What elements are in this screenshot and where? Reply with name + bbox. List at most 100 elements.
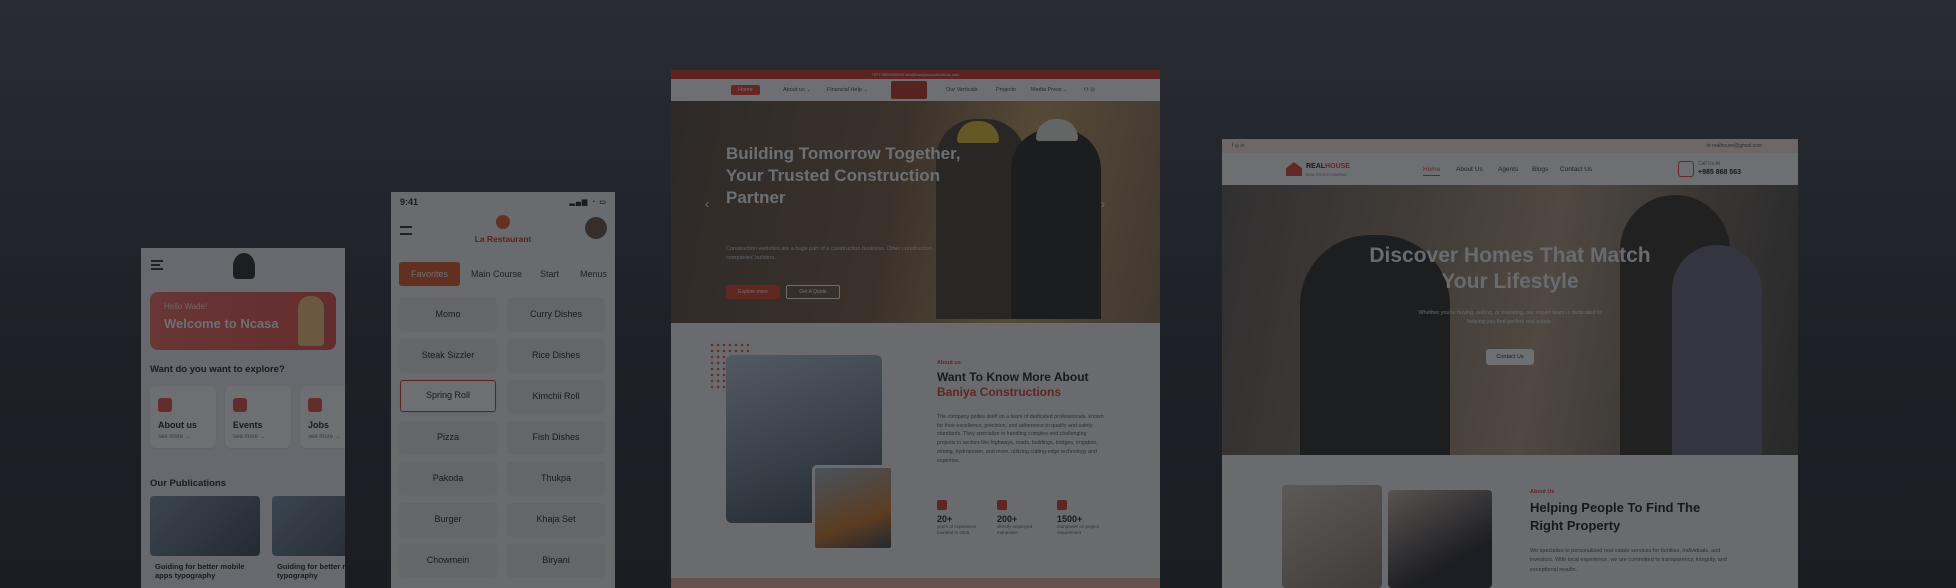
chevron-right-icon[interactable]: › [1101,197,1105,211]
about-icon [158,398,172,412]
tab-menus[interactable]: Menus [580,262,607,286]
restaurant-app-mockup: 9:41 ▂▄▆ ◔ ▭ La Restaurant Favorites Mai… [391,192,615,588]
main-nav: Home About us ⌄ Financial Help ⌄ Our Ver… [671,79,1160,101]
menu-item-spring-roll[interactable]: Spring Roll [400,380,496,412]
category-tabs: Favorites Main Course Start Menus [399,262,615,286]
nav-verticals[interactable]: Our Verticals [946,87,977,93]
phone-icon [1678,161,1694,177]
menu-item-burger[interactable]: Burger [400,503,496,535]
get-quote-button[interactable]: Get A Quote [786,285,840,299]
hero-slider: Building Tomorrow Together, Your Trusted… [671,101,1160,323]
tile-events[interactable]: Events see more → [225,386,291,448]
menu-item-biryani[interactable]: Biryani [508,544,604,576]
stat-value: 20+ [937,514,953,524]
nav-about-us[interactable]: About Us [1456,166,1483,173]
stat-manpower: 1500+ manpower on project requirement [1057,500,1113,537]
nav-agents[interactable]: Agents [1498,166,1518,173]
menu-icon[interactable] [151,260,163,270]
publication-card[interactable]: Guiding for better mobile apps typograph… [150,496,260,588]
about-title: Helping People To Find The Right Propert… [1530,500,1701,533]
contact-us-button[interactable]: Contact Us [1486,349,1534,365]
menu-item-chowmein[interactable]: Chowmein [400,544,496,576]
nav-home[interactable]: Home [731,85,760,95]
ncasa-logo [233,253,255,279]
tab-favorites[interactable]: Favorites [399,262,461,286]
see-more-link[interactable]: see more → [233,434,266,440]
calendar-icon [233,398,247,412]
house-logo-icon [1286,162,1302,176]
contact-number[interactable]: +985 868 563 [1698,169,1741,176]
status-icons: ▂▄▆ ◔ ▭ [569,199,607,206]
menu-item-momo[interactable]: Momo [400,298,496,330]
publication-card[interactable]: Guiding for better m apps typography [272,496,345,588]
menu-item-steak-sizzler[interactable]: Steak Sizzler [400,339,496,371]
about-body: The company prides itself on a team of d… [937,414,1104,464]
about-photo-keys [1282,485,1382,588]
brand-name[interactable]: REALHOUSE [1306,163,1350,170]
tab-main-course[interactable]: Main Course [471,262,522,286]
menu-item-thukpa[interactable]: Thukpa [508,462,604,494]
tile-about-us[interactable]: About us see more → [150,386,216,448]
engineer-figure [1011,129,1101,319]
stat-value: 200+ [997,514,1018,524]
character-illustration [298,296,324,346]
email-contact[interactable]: ✉ realhouse@gmail.com [1707,143,1762,149]
avatar[interactable] [585,217,607,239]
see-more-link[interactable]: see more → [158,434,191,440]
nav-home[interactable]: Home [1423,166,1441,176]
stat-value: 1500+ [1057,514,1083,524]
publication-title: Guiding for better mobile apps typograph… [155,562,245,580]
footer-strip [671,578,1160,588]
nav-contact-us[interactable]: Contact Us [1560,166,1592,173]
brand-tagline: REAL ESTATE COMPANY [1306,173,1348,177]
nav-financial-help[interactable]: Financial Help ⌄ [827,87,868,93]
contact-topbar: +977 9800000000 info@baniyaconstructions… [671,70,1160,79]
nav-media-press[interactable]: Media Press ⌄ [1031,87,1068,93]
ncasa-header [141,248,345,282]
realhouse-website-mockup: f ◎ in ✉ realhouse@gmail.com REALHOUSE R… [1222,139,1798,588]
explore-more-button[interactable]: Explore more [726,285,780,299]
menu-icon[interactable] [400,226,412,235]
restaurant-brand: La Restaurant [474,234,532,244]
briefcase-icon [308,398,322,412]
brand-name-accent: HOUSE [1325,163,1350,170]
contact-label: Call Us At [1698,161,1720,167]
worker-icon [997,500,1007,510]
brand-name-part: REAL [1306,163,1326,170]
status-time: 9:41 [400,197,419,207]
menu-item-rice-dishes[interactable]: Rice Dishes [508,339,604,371]
chevron-left-icon[interactable]: ‹ [705,197,709,211]
ncasa-app-mockup: Hello Wade! Welcome to Ncasa Want do you… [141,248,345,588]
social-icons[interactable]: f t ◎ [1084,87,1095,93]
menu-item-kimchii-roll[interactable]: Kimchii Roll [508,380,604,412]
nav-about[interactable]: About us ⌄ [783,87,811,93]
menu-item-pakoda[interactable]: Pakoda [400,462,496,494]
tile-label: About us [158,420,197,430]
menu-item-curry-dishes[interactable]: Curry Dishes [508,298,604,330]
main-nav: REALHOUSE REAL ESTATE COMPANY Home About… [1222,153,1798,185]
social-icons[interactable]: f ◎ in [1232,143,1244,149]
nav-projects[interactable]: Projects [996,87,1016,93]
hero-title: Discover Homes That Match Your Lifestyle [1369,244,1651,294]
tile-jobs[interactable]: Jobs see more → [300,386,345,448]
welcome-banner: Hello Wade! Welcome to Ncasa [150,292,336,350]
about-title-line: Want To Know More About [937,370,1089,384]
menu-item-pizza[interactable]: Pizza [400,421,496,453]
construction-logo[interactable] [891,81,927,99]
see-more-link[interactable]: see more → [308,434,341,440]
menu-item-khaja-set[interactable]: Khaja Set [508,503,604,535]
tab-start[interactable]: Start [540,262,559,286]
hero-greeting: Hello Wade! [164,302,208,311]
menu-item-fish-dishes[interactable]: Fish Dishes [508,421,604,453]
contact-topbar: f ◎ in ✉ realhouse@gmail.com [1222,139,1798,153]
about-eyebrow: About Us [1530,489,1555,495]
restaurant-header: La Restaurant [391,212,615,248]
stat-label: years of experience · founded in 2008 [937,524,980,536]
publications-heading: Our Publications [150,478,227,489]
medal-icon [937,500,947,510]
publication-image [150,496,260,556]
publication-image [272,496,345,556]
about-title-accent: Baniya Constructions [937,385,1062,399]
hard-hat [1036,119,1078,141]
nav-blogs[interactable]: Blogs [1532,166,1548,173]
